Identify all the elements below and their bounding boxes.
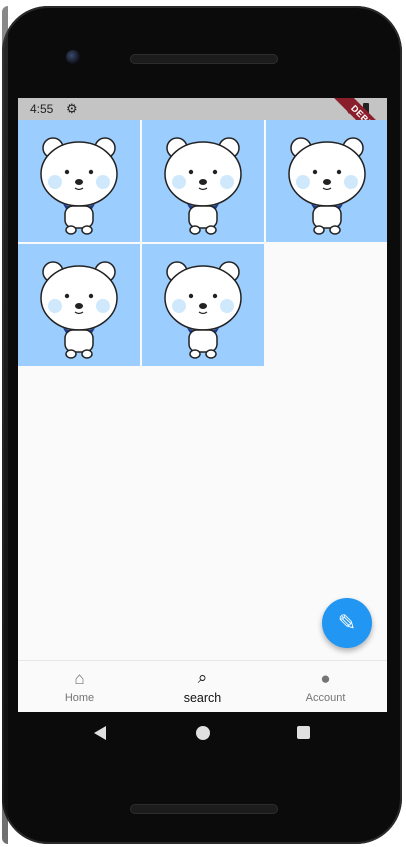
top-speaker	[130, 54, 278, 64]
gear-icon: ⚙	[66, 101, 78, 116]
recents-icon[interactable]	[297, 726, 310, 739]
bear-icon	[40, 261, 118, 359]
bear-icon	[164, 261, 242, 359]
grid-tile[interactable]	[18, 244, 140, 366]
bear-icon	[40, 137, 118, 235]
nav-label-account: Account	[305, 692, 346, 704]
app-screen: 4:55 ⚙ DEBUG ✎ ⌂ Home ⌕ search ● Account	[18, 98, 387, 712]
back-icon[interactable]	[94, 726, 106, 740]
nav-label-home: Home	[64, 692, 95, 704]
phone-edge	[2, 6, 8, 844]
status-time: 4:55	[30, 102, 54, 116]
pencil-icon: ✎	[337, 610, 357, 635]
front-camera	[66, 50, 80, 64]
grid-tile[interactable]	[18, 120, 140, 242]
search-icon: ⌕	[197, 668, 208, 687]
system-navigation-bar	[18, 712, 387, 756]
edit-fab-button[interactable]: ✎	[322, 598, 372, 648]
grid-tile[interactable]	[266, 120, 387, 242]
status-bar: 4:55 ⚙	[18, 98, 387, 120]
bear-icon	[288, 137, 366, 235]
grid-tile[interactable]	[142, 120, 264, 242]
grid-tile[interactable]	[142, 244, 264, 366]
nav-label-search: search	[183, 691, 222, 705]
home-icon: ⌂	[74, 669, 85, 688]
account-icon: ●	[320, 669, 331, 688]
nav-item-search[interactable]: ⌕ search	[141, 661, 264, 712]
nav-item-home[interactable]: ⌂ Home	[18, 661, 141, 712]
bear-icon	[164, 137, 242, 235]
nav-item-account[interactable]: ● Account	[264, 661, 387, 712]
bottom-navigation: ⌂ Home ⌕ search ● Account	[18, 660, 387, 712]
image-grid	[18, 120, 387, 366]
home-circle-icon[interactable]	[196, 726, 210, 740]
bottom-speaker	[130, 804, 278, 814]
